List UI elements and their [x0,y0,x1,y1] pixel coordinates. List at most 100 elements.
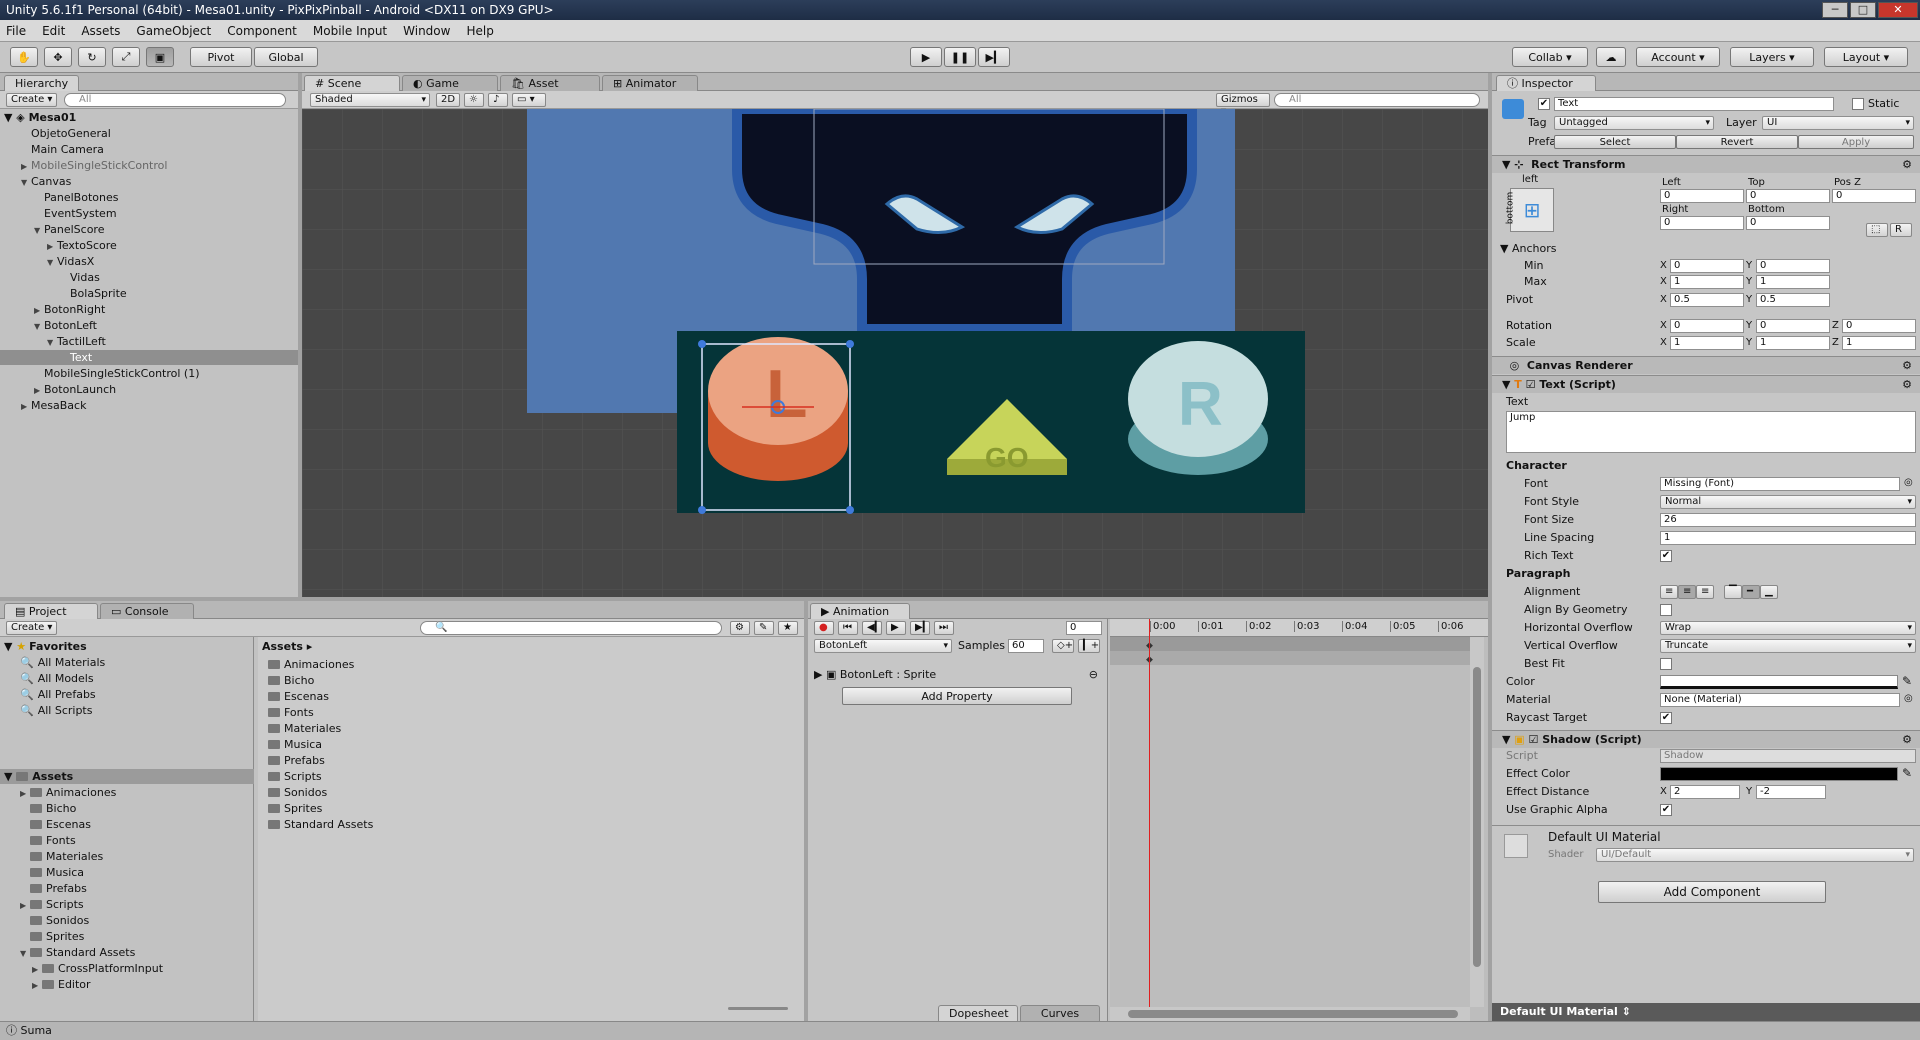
move-icon[interactable]: ✥ [44,47,72,67]
tab-game[interactable]: ◐ Game [402,75,498,91]
object-picker-icon[interactable]: ◎ [1904,477,1913,488]
h-scrollbar[interactable] [1110,1007,1470,1021]
tag-dropdown[interactable]: Untagged [1554,116,1714,130]
menu-gameobject[interactable]: GameObject [136,24,211,38]
collab-button[interactable]: Collab ▾ [1512,47,1588,67]
prefab-select-button[interactable]: Select [1554,135,1676,149]
shading-dropdown[interactable]: Shaded [310,93,430,107]
vector-field-pivot-y[interactable]: 0.5 [1756,293,1830,307]
hierarchy-item[interactable]: MobileSingleStickControl (1) [0,366,298,381]
tab-scene[interactable]: # Scene [304,75,400,91]
play-anim-icon[interactable]: ▶ [886,621,906,635]
selection-handle-br[interactable] [846,506,854,514]
record-icon[interactable]: ● [814,621,834,635]
gizmos-dropdown[interactable]: Gizmos ▾ [1216,93,1270,117]
asset-tree-item[interactable]: Bicho [0,801,76,816]
tree-arrow-icon[interactable]: ▶ [21,159,31,174]
dist-y-field[interactable]: -2 [1756,785,1826,799]
hierarchy-item[interactable]: ▶ TextoScore [0,238,298,253]
selection-handle-bl[interactable] [698,506,706,514]
rotate-icon[interactable]: ↻ [78,47,106,67]
rich-text-checkbox[interactable]: ✔ [1660,550,1672,562]
tab-console[interactable]: ▭ Console [100,603,194,619]
hierarchy-item[interactable]: ▶ MobileSingleStickControl [0,158,298,173]
breadcrumb[interactable]: Assets ▸ [262,639,312,654]
name-field[interactable]: Text [1554,97,1834,111]
vector-field-sc-y[interactable]: 1 [1756,336,1830,350]
tree-arrow-icon[interactable]: ▼ [47,335,57,350]
bottom-field[interactable]: 0 [1746,216,1830,230]
raw-edit-button[interactable]: R [1890,223,1912,237]
favorite-item[interactable]: 🔍 All Prefabs [20,687,96,702]
hierarchy-item[interactable]: ▼ BotonLeft [0,318,298,333]
step-button[interactable]: ▶▎ [978,47,1010,67]
asset-tree-item[interactable]: Sprites [0,929,84,944]
last-key-icon[interactable]: ⏭ [934,621,954,635]
canvas-renderer-header[interactable]: ◎ Canvas Renderer ⚙ [1492,356,1920,374]
prefab-apply-button[interactable]: Apply [1798,135,1914,149]
font-style-dropdown[interactable]: Normal [1660,495,1916,509]
favorite-item[interactable]: 🔍 All Scripts [20,703,92,718]
vector-field-rot-x[interactable]: 0 [1670,319,1744,333]
favorite-item[interactable]: 🔍 All Models [20,671,94,686]
2d-toggle[interactable]: 2D [436,93,460,107]
playhead[interactable] [1149,619,1150,1021]
asset-tree-item[interactable]: Sonidos [0,913,89,928]
tree-arrow-icon[interactable]: ▼ [34,319,44,334]
hierarchy-item[interactable]: ▶ MesaBack [0,398,298,413]
tab-hierarchy[interactable]: Hierarchy [4,75,80,91]
lighting-icon[interactable]: ☼ [464,93,484,107]
font-size-field[interactable]: 26 [1660,513,1916,527]
favorite-star-icon[interactable]: ★ [778,621,798,635]
v-overflow-dropdown[interactable]: Truncate [1660,639,1916,653]
scene-search-input[interactable]: All [1274,93,1480,107]
scale-icon[interactable]: ⤢ [112,47,140,67]
frame-field[interactable]: 0 [1066,621,1102,635]
time-ruler[interactable]: 0:00 0:01 0:02 0:03 0:04 0:05 0:06 [1110,619,1488,637]
tree-arrow-icon[interactable]: ▶ [20,786,30,801]
asset-tree-item[interactable]: ▼ Standard Assets [0,945,135,960]
hierarchy-item[interactable]: ▼ PanelScore [0,222,298,237]
folder-item[interactable]: Escenas [268,689,329,704]
asset-tree-item[interactable]: ▶ Editor [0,977,91,992]
right-field[interactable]: 0 [1660,216,1744,230]
line-spacing-field[interactable]: 1 [1660,531,1916,545]
hierarchy-search-input[interactable]: All [64,93,286,107]
align-right-icon[interactable]: ≡ [1696,585,1714,599]
folder-item[interactable]: Animaciones [268,657,354,672]
gear-icon[interactable]: ⚙ [1902,357,1912,374]
color-swatch[interactable] [1660,675,1898,689]
menu-window[interactable]: Window [403,24,450,38]
shadow-script-header[interactable]: ▼ ▣ ☑ Shadow (Script) ⚙ [1492,730,1920,748]
blueprint-icon[interactable]: ⬚ [1866,223,1888,237]
audio-icon[interactable]: ♪ [488,93,508,107]
vector-field-sc-x[interactable]: 1 [1670,336,1744,350]
asset-tree-item[interactable]: ▶ Animaciones [0,785,116,800]
static-checkbox[interactable] [1852,98,1864,110]
filter-type-icon[interactable]: ⚙ [730,621,750,635]
tree-arrow-icon[interactable]: ▼ [20,946,30,961]
folder-item[interactable]: Bicho [268,673,314,688]
h-overflow-dropdown[interactable]: Wrap [1660,621,1916,635]
selection-handle-tl[interactable] [698,340,706,348]
rect-icon[interactable]: ▣ [146,47,174,67]
track-row[interactable]: ▶ ▣ BotonLeft : Sprite ⊖ [814,667,1104,682]
hierarchy-item[interactable]: ObjetoGeneral [0,126,298,141]
effect-color-swatch[interactable] [1660,767,1898,781]
align-left-icon[interactable]: ≡ [1660,585,1678,599]
zoom-slider[interactable] [728,1007,788,1010]
tree-arrow-icon[interactable]: ▶ [34,383,44,398]
clip-dropdown[interactable]: BotonLeft [814,639,952,653]
tree-arrow-icon[interactable]: ▼ [21,175,31,190]
tree-arrow-icon[interactable]: ▶ [32,962,42,977]
selection-handle-tr[interactable] [846,340,854,348]
left-field[interactable]: 0 [1660,189,1744,203]
tree-arrow-icon[interactable]: ▼ [34,223,44,238]
tree-arrow-icon[interactable]: ▶ [20,898,30,913]
eyedropper-icon[interactable]: ✎ [1902,674,1912,688]
tree-arrow-icon[interactable]: ▶ [21,399,31,414]
hierarchy-item[interactable]: ▼ VidasX [0,254,298,269]
assets-header[interactable]: ▼ Assets [0,769,254,784]
eyedropper-icon[interactable]: ✎ [1902,766,1912,780]
asset-tree-item[interactable]: ▶ Scripts [0,897,84,912]
